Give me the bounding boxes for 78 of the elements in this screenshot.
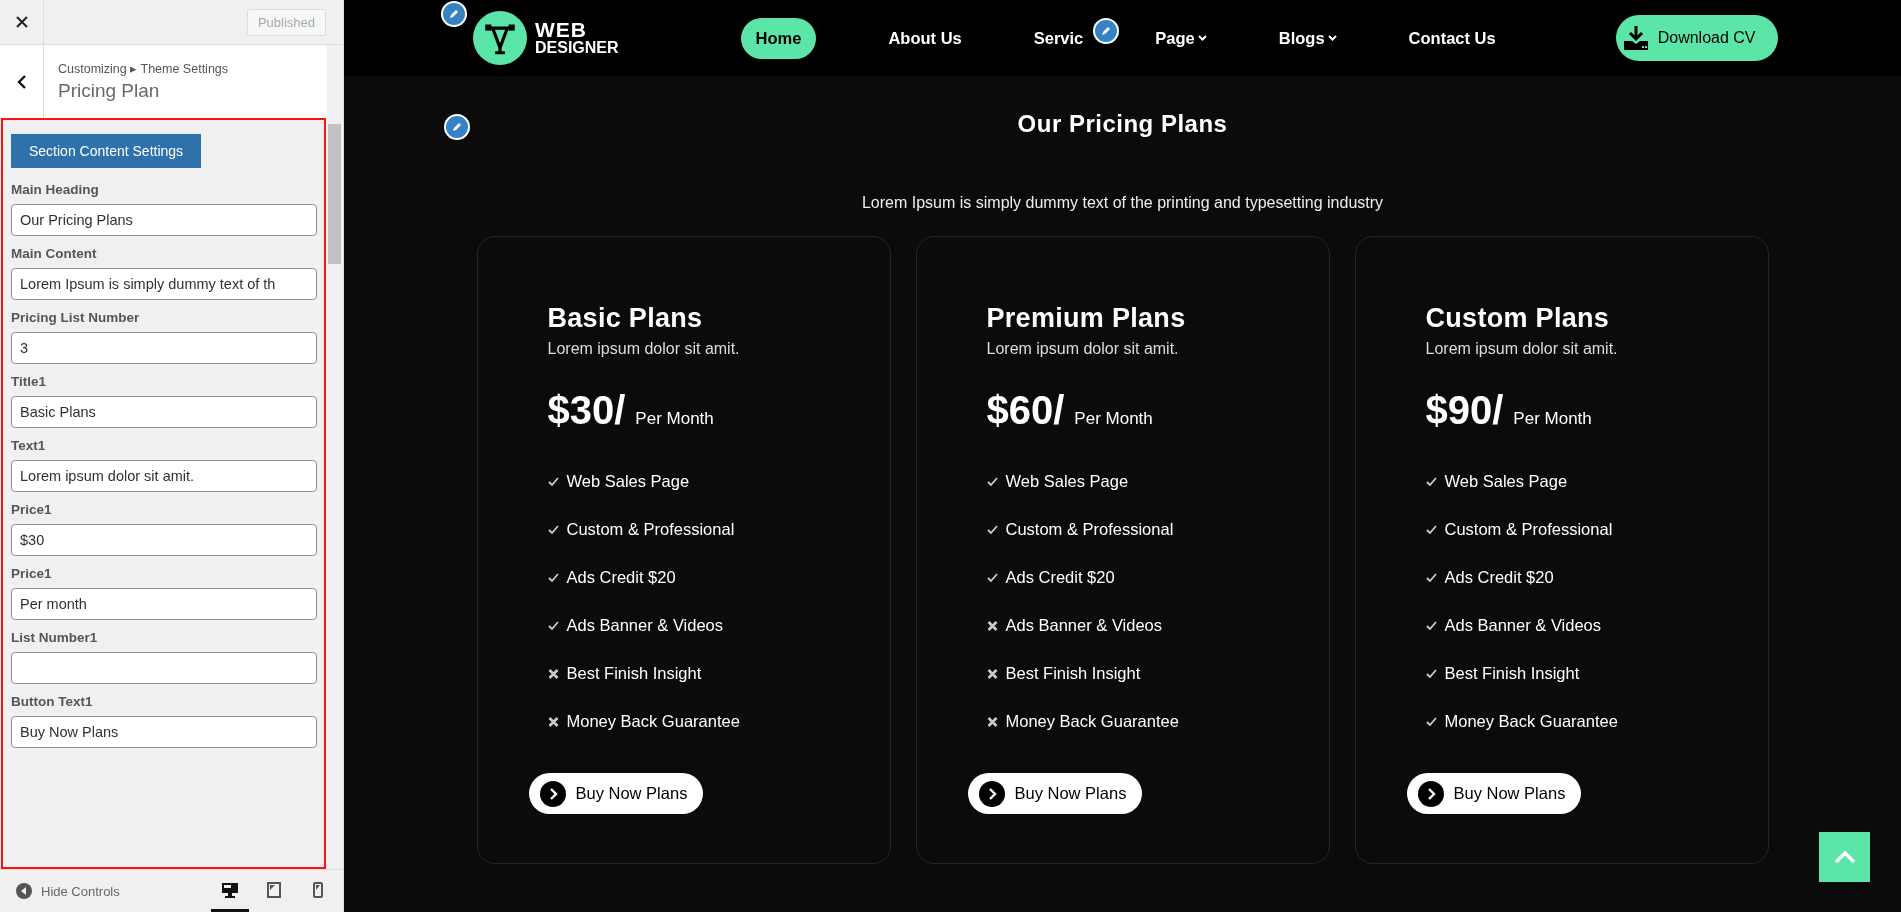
feature-text: Ads Credit $20 bbox=[1005, 568, 1115, 587]
feature-text: Best Finish Insight bbox=[1005, 664, 1141, 683]
text-field[interactable]: Per month bbox=[11, 588, 317, 620]
nav-link[interactable]: Servic bbox=[1033, 17, 1084, 59]
feature-text: Ads Banner & Videos bbox=[1444, 616, 1602, 635]
text-field[interactable]: Buy Now Plans bbox=[11, 716, 317, 748]
feature-text: Money Back Guarantee bbox=[1444, 712, 1618, 731]
nav-link[interactable]: About Us bbox=[888, 17, 962, 59]
tablet-icon bbox=[267, 881, 281, 898]
field-label: Text1 bbox=[11, 438, 47, 453]
download-icon bbox=[1622, 25, 1649, 51]
field-label: Main Content bbox=[11, 246, 98, 261]
feature-text: Web Sales Page bbox=[1005, 472, 1129, 491]
close-icon bbox=[15, 16, 28, 28]
phone-icon bbox=[313, 881, 323, 898]
text-field[interactable]: Our Pricing Plans bbox=[11, 204, 317, 236]
text-field[interactable]: Lorem Ipsum is simply dummy text of th bbox=[11, 268, 317, 300]
plan-price: $90/ bbox=[1425, 388, 1504, 433]
panel-title: Pricing Plan bbox=[58, 80, 161, 102]
feature-text: Ads Banner & Videos bbox=[566, 616, 724, 635]
plan-title: Basic Plans bbox=[547, 303, 703, 334]
feature-text: Ads Credit $20 bbox=[566, 568, 676, 587]
text-field[interactable] bbox=[11, 652, 317, 684]
monitor-icon bbox=[221, 881, 239, 898]
feature-text: Money Back Guarantee bbox=[566, 712, 740, 731]
plan-title: Premium Plans bbox=[986, 303, 1186, 334]
edit-shortcut-icon[interactable] bbox=[1093, 18, 1119, 44]
plan-price: $60/ bbox=[986, 388, 1065, 433]
plan-description: Lorem ipsum dolor sit amit. bbox=[986, 340, 1179, 358]
edit-shortcut-icon[interactable] bbox=[444, 114, 470, 140]
text-field[interactable]: 3 bbox=[11, 332, 317, 364]
chevron-up-icon bbox=[1833, 850, 1856, 864]
breadcrumb: Customizing ▸ Theme Settings bbox=[58, 61, 229, 76]
buy-button[interactable]: Buy Now Plans bbox=[1406, 773, 1582, 814]
field-label: Price1 bbox=[11, 566, 53, 581]
plan-period: Per Month bbox=[1074, 409, 1153, 429]
buy-button[interactable]: Buy Now Plans bbox=[528, 773, 704, 814]
feature-text: Web Sales Page bbox=[1444, 472, 1568, 491]
hide-controls-button[interactable]: Hide Controls bbox=[10, 882, 126, 900]
nav-link[interactable]: Blogs bbox=[1278, 17, 1337, 59]
plan-period: Per Month bbox=[1513, 409, 1592, 429]
plan-description: Lorem ipsum dolor sit amit. bbox=[547, 340, 740, 358]
field-label: Main Heading bbox=[11, 182, 100, 197]
feature-text: Ads Banner & Videos bbox=[1005, 616, 1163, 635]
plan-price: $30/ bbox=[547, 388, 626, 433]
logo-icon bbox=[473, 11, 527, 65]
plan-description: Lorem ipsum dolor sit amit. bbox=[1425, 340, 1618, 358]
nav-link[interactable]: Page bbox=[1155, 17, 1207, 59]
logo-text: DESIGNER bbox=[535, 40, 619, 56]
feature-text: Best Finish Insight bbox=[1444, 664, 1580, 683]
buy-button[interactable]: Buy Now Plans bbox=[967, 773, 1143, 814]
plan-title: Custom Plans bbox=[1425, 303, 1610, 334]
logo-text: WEB bbox=[535, 20, 587, 41]
nav-link[interactable]: Contact Us bbox=[1408, 17, 1496, 59]
text-field[interactable]: Basic Plans bbox=[11, 396, 317, 428]
field-label: Button Text1 bbox=[11, 694, 94, 709]
section-intro: Lorem Ipsum is simply dummy text of the printing and typesetting industry bbox=[861, 194, 1384, 212]
field-label: Price1 bbox=[11, 502, 53, 517]
feature-text: Custom & Professional bbox=[1005, 520, 1174, 539]
feature-text: Money Back Guarantee bbox=[1005, 712, 1179, 731]
edit-shortcut-icon[interactable] bbox=[441, 1, 467, 27]
nav-link[interactable]: Home bbox=[740, 17, 817, 59]
feature-text: Web Sales Page bbox=[566, 472, 690, 491]
feature-text: Custom & Professional bbox=[1444, 520, 1613, 539]
plan-period: Per Month bbox=[635, 409, 714, 429]
field-label: List Number1 bbox=[11, 630, 99, 645]
text-field[interactable]: Lorem ipsum dolor sit amit. bbox=[11, 460, 317, 492]
section-button[interactable]: Section Content Settings bbox=[11, 134, 202, 168]
section-heading: Our Pricing Plans bbox=[1017, 110, 1228, 138]
download-button[interactable]: Download CV bbox=[1615, 15, 1778, 61]
feature-text: Best Finish Insight bbox=[566, 664, 702, 683]
back-icon bbox=[16, 73, 27, 90]
feature-text: Custom & Professional bbox=[566, 520, 735, 539]
field-label: Pricing List Number bbox=[11, 310, 141, 325]
field-label: Title1 bbox=[11, 374, 47, 389]
feature-text: Ads Credit $20 bbox=[1444, 568, 1554, 587]
collapse-icon bbox=[16, 883, 32, 899]
text-field[interactable]: $30 bbox=[11, 524, 317, 556]
